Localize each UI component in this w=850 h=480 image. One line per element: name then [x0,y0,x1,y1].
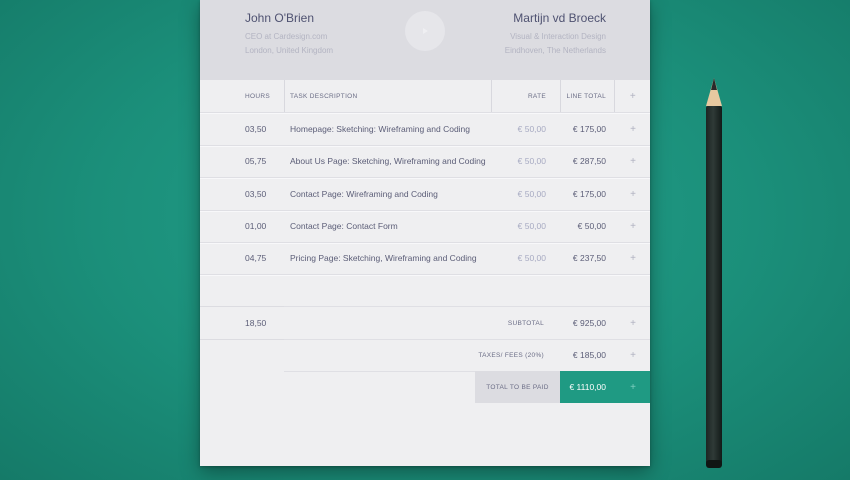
row-rate: € 50,00 [517,124,546,134]
row-hours: 03,50 [245,189,267,199]
total-to-be-paid-label: TOTAL TO BE PAID [475,371,560,403]
column-header-rate: RATE [527,92,546,100]
table-row: 05,75 About Us Page: Sketching, Wirefram… [200,145,650,178]
column-header-line-total: LINE TOTAL [566,92,606,100]
column-divider [284,80,285,112]
row-rate: € 50,00 [517,253,546,263]
invoice-sheet: John O'Brien CEO at Cardesign.com London… [200,0,650,466]
subtotal-add-button[interactable]: + [630,307,636,339]
row-rate: € 50,00 [517,221,546,231]
table-row: 03,50 Contact Page: Wireframing and Codi… [200,178,650,211]
taxes-add-button[interactable]: + [630,339,636,371]
total-to-be-paid-value: € 1110,00 [569,382,606,392]
taxes-label: TAXES/ FEES (20%) [478,351,544,359]
row-description: Contact Page: Wireframing and Coding [290,189,438,199]
sender-location: London, United Kingdom [245,46,334,55]
row-description: About Us Page: Sketching, Wireframing an… [290,156,486,166]
recipient-block: Martijn vd Broeck Visual & Interaction D… [505,11,606,58]
subtotal-value: € 925,00 [572,318,606,328]
row-total: € 237,50 [572,253,606,263]
add-column-button[interactable]: + [630,80,636,112]
row-hours: 04,75 [245,253,267,263]
column-divider [491,80,492,112]
total-hours-cell: 18,50 [200,306,284,340]
total-to-be-paid-cell: € 1110,00 + [560,371,650,403]
row-description: Pricing Page: Sketching, Wireframing and… [290,253,477,263]
row-description: Contact Page: Contact Form [290,221,398,231]
row-total: € 50,00 [577,221,606,231]
recipient-title: Visual & Interaction Design [510,32,606,41]
row-total: € 175,00 [572,189,606,199]
table-row: 04,75 Pricing Page: Sketching, Wireframi… [200,242,650,275]
total-add-button[interactable]: + [630,371,636,403]
row-add-button[interactable]: + [630,145,636,177]
row-add-button[interactable]: + [630,242,636,274]
subtotal-row: SUBTOTAL € 925,00 + [284,306,650,340]
table-header: HOURS TASK DESCRIPTION RATE LINE TOTAL + [200,80,650,113]
table-row: 01,00 Contact Page: Contact Form € 50,00… [200,210,650,243]
column-divider [560,80,561,112]
sender-block: John O'Brien CEO at Cardesign.com London… [245,11,333,58]
row-hours: 03,50 [245,124,267,134]
row-add-button[interactable]: + [630,210,636,242]
row-rate: € 50,00 [517,189,546,199]
column-header-hours: HOURS [245,92,270,100]
row-total: € 175,00 [572,124,606,134]
row-description: Homepage: Sketching: Wireframing and Cod… [290,124,471,134]
logo-placeholder [405,11,445,51]
total-hours: 18,50 [245,318,267,328]
play-icon [423,28,428,34]
pencil-icon [706,78,722,468]
recipient-location: Eindhoven, The Netherlands [504,46,606,55]
column-divider [614,80,615,112]
table-row: 03,50 Homepage: Sketching: Wireframing a… [200,113,650,146]
invoice-header: John O'Brien CEO at Cardesign.com London… [200,0,650,80]
row-add-button[interactable]: + [630,178,636,210]
recipient-name: Martijn vd Broeck [513,11,606,25]
row-add-button[interactable]: + [630,113,636,145]
row-hours: 01,00 [245,221,267,231]
taxes-row: TAXES/ FEES (20%) € 185,00 + [284,339,650,372]
row-hours: 05,75 [245,156,267,166]
sender-title: CEO at Cardesign.com [245,32,328,41]
row-rate: € 50,00 [517,156,546,166]
subtotal-label: SUBTOTAL [507,319,544,327]
sender-name: John O'Brien [245,11,314,25]
taxes-value: € 185,00 [572,350,606,360]
row-total: € 287,50 [572,156,606,166]
column-header-description: TASK DESCRIPTION [290,92,358,100]
